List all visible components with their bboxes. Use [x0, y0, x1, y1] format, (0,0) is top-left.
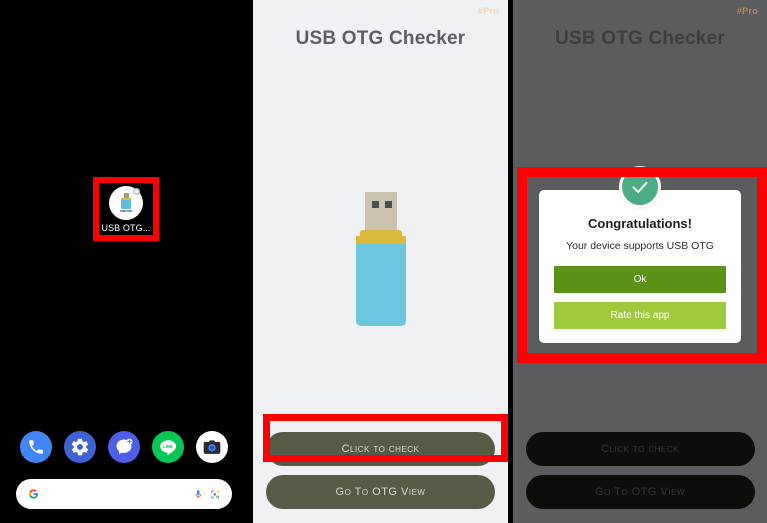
google-search-bar[interactable] [16, 479, 232, 509]
line-app-icon: LINE [160, 440, 177, 455]
app-icon-inner-text: USB OTG [119, 208, 133, 213]
dock-item-line[interactable]: LINE [152, 431, 184, 463]
dialog-heading: Congratulations! [588, 216, 692, 231]
dialog-message: Your device supports USB OTG [566, 240, 714, 252]
gear-icon [71, 438, 89, 456]
click-to-check-button[interactable]: Click to check [266, 432, 495, 466]
panel-app-main: #Pro USB OTG Checker Click to check Go T… [253, 0, 508, 523]
phone-icon [29, 440, 43, 454]
app-icon-label: USB OTG... [101, 222, 151, 233]
app-icon-usb-otg-checker[interactable]: USB OTG USB OTG... [93, 177, 159, 241]
congratulations-dialog: Congratulations! Your device supports US… [539, 166, 741, 343]
dock-item-phone[interactable] [20, 431, 52, 463]
dock: LINE [0, 424, 248, 470]
usb-drive-illustration [351, 192, 411, 327]
google-g-icon [28, 489, 39, 499]
checkmark-icon [632, 181, 648, 194]
page-title: USB OTG Checker [555, 28, 725, 49]
panel-result-dialog: #Pro USB OTG Checker Click to check Go T… [513, 0, 767, 523]
camera-icon [203, 440, 221, 454]
dock-item-camera[interactable] [196, 431, 228, 463]
messages-icon [116, 438, 133, 455]
panel-home-screen: USB OTG USB OTG... LINE [0, 0, 248, 523]
usb-drive-icon: USB OTG [119, 193, 133, 213]
microphone-icon[interactable] [193, 487, 203, 502]
dialog-ok-button[interactable]: Ok [554, 266, 726, 293]
page-title: USB OTG Checker [295, 28, 466, 49]
pro-badge[interactable]: #Pro [737, 6, 758, 16]
svg-text:LINE: LINE [163, 444, 173, 449]
google-lens-icon[interactable] [210, 487, 220, 502]
search-input[interactable] [45, 488, 188, 500]
usb-otg-app-icon: USB OTG [109, 185, 143, 220]
dock-item-settings[interactable] [64, 431, 96, 463]
pro-badge[interactable]: #Pro [478, 6, 499, 16]
go-to-otg-view-button[interactable]: Go To OTG View [266, 475, 495, 509]
screenshot-root: USB OTG USB OTG... LINE #Pro USB OTG Che… [0, 0, 767, 523]
success-check-icon [619, 166, 661, 208]
dialog-rate-app-button[interactable]: Rate this app [554, 302, 726, 329]
action-button-group: Click to check Go To OTG View [253, 432, 508, 509]
usb-plug-badge-icon [133, 187, 140, 195]
dock-item-messages[interactable] [108, 431, 140, 463]
